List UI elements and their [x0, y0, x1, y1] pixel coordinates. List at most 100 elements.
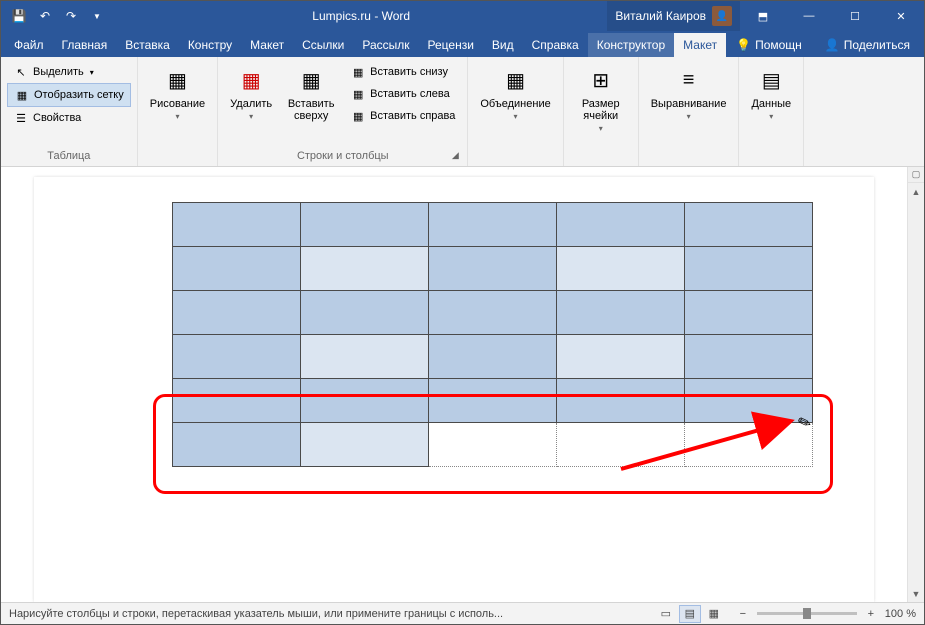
data-icon: ▤ [755, 64, 787, 96]
share-icon: 👤 [825, 38, 840, 52]
ruler-toggle[interactable]: ▢ [908, 167, 924, 183]
data-button[interactable]: ▤ Данные ▾ [745, 61, 797, 124]
vertical-scrollbar[interactable]: ▢ ▲ ▼ [907, 167, 924, 602]
group-label-align [645, 160, 733, 164]
read-mode-button[interactable]: ▭ [655, 605, 677, 623]
ribbon: ↖Выделить▾ ▦Отобразить сетку ☰Свойства Т… [1, 57, 924, 167]
insert-below-button[interactable]: ▦Вставить снизу [344, 61, 461, 83]
insert-left-button[interactable]: ▦Вставить слева [344, 83, 461, 105]
group-label-merge [474, 160, 556, 164]
zoom-slider[interactable] [757, 612, 857, 615]
tab-layout[interactable]: Макет [241, 33, 293, 57]
alignment-icon: ≡ [673, 64, 705, 96]
tab-help[interactable]: Справка [523, 33, 588, 57]
insert-above-button[interactable]: ▦ Вставить сверху [280, 61, 342, 125]
group-label-rowscols: Строки и столбцы◢ [224, 148, 461, 164]
insert-right-icon: ▦ [350, 108, 366, 124]
insert-below-icon: ▦ [350, 64, 366, 80]
tab-home[interactable]: Главная [53, 33, 117, 57]
ribbon-tabs: Файл Главная Вставка Констру Макет Ссылк… [1, 31, 924, 57]
tab-table-layout[interactable]: Макет [674, 33, 726, 57]
dialog-launcher-icon[interactable]: ◢ [449, 150, 461, 162]
tab-design[interactable]: Констру [179, 33, 241, 57]
table-row[interactable] [173, 247, 813, 291]
group-draw: ▦ Рисование ▾ [138, 57, 218, 166]
page[interactable] [34, 177, 874, 602]
web-layout-button[interactable]: ▦ [703, 605, 725, 623]
table-row[interactable] [173, 335, 813, 379]
select-button[interactable]: ↖Выделить▾ [7, 61, 131, 83]
group-label-cellsize [570, 160, 632, 164]
user-account[interactable]: Виталий Каиров 👤 [607, 1, 740, 31]
tab-review[interactable]: Рецензи [419, 33, 483, 57]
group-data: ▤ Данные ▾ [739, 57, 804, 166]
group-align: ≡ Выравнивание ▾ [639, 57, 740, 166]
group-label-data [745, 160, 797, 164]
view-switcher: ▭ ▤ ▦ [655, 605, 725, 623]
insert-right-button[interactable]: ▦Вставить справа [344, 105, 461, 127]
merge-button[interactable]: ▦ Объединение ▾ [474, 61, 556, 124]
insert-left-icon: ▦ [350, 86, 366, 102]
status-bar: Нарисуйте столбцы и строки, перетаскивая… [1, 602, 924, 624]
cell-size-icon: ⊞ [585, 64, 617, 96]
minimize-button[interactable]: — [786, 1, 832, 31]
delete-icon: ▦ [235, 64, 267, 96]
zoom-out-button[interactable]: − [735, 608, 751, 620]
delete-button[interactable]: ▦ Удалить ▾ [224, 61, 278, 124]
group-rows-cols: ▦ Удалить ▾ ▦ Вставить сверху ▦Вставить … [218, 57, 468, 166]
grid-icon: ▦ [14, 87, 30, 103]
document-area: ▢ ▲ ▼ [1, 167, 924, 602]
merge-icon: ▦ [500, 64, 532, 96]
scroll-down-icon[interactable]: ▼ [908, 585, 924, 602]
undo-button[interactable]: ↶ [33, 4, 57, 28]
group-cellsize: ⊞ Размер ячейки ▾ [564, 57, 639, 166]
group-label-draw [144, 160, 211, 164]
tab-view[interactable]: Вид [483, 33, 523, 57]
table-row[interactable] [173, 203, 813, 247]
maximize-button[interactable]: ☐ [832, 1, 878, 31]
group-table: ↖Выделить▾ ▦Отобразить сетку ☰Свойства Т… [1, 57, 138, 166]
insert-above-icon: ▦ [295, 64, 327, 96]
view-gridlines-button[interactable]: ▦Отобразить сетку [7, 83, 131, 107]
zoom-in-button[interactable]: + [863, 608, 879, 620]
qat-customize-button[interactable]: ▼ [85, 4, 109, 28]
draw-table-icon: ▦ [161, 64, 193, 96]
quick-access-toolbar: 💾 ↶ ↷ ▼ [1, 4, 115, 28]
close-button[interactable]: ✕ [878, 1, 924, 31]
properties-button[interactable]: ☰Свойства [7, 107, 131, 129]
zoom-level[interactable]: 100 % [885, 608, 916, 620]
tab-references[interactable]: Ссылки [293, 33, 353, 57]
table-row[interactable] [173, 291, 813, 335]
document-table[interactable] [172, 202, 813, 467]
lightbulb-icon: 💡 [736, 38, 751, 52]
scroll-track[interactable] [908, 200, 924, 585]
scroll-up-icon[interactable]: ▲ [908, 183, 924, 200]
tell-me-button[interactable]: 💡Помощн [726, 33, 812, 57]
redo-button[interactable]: ↷ [59, 4, 83, 28]
share-button[interactable]: 👤Поделиться [815, 33, 920, 57]
cursor-icon: ↖ [13, 64, 29, 80]
print-layout-button[interactable]: ▤ [679, 605, 701, 623]
table-row[interactable] [173, 423, 813, 467]
title-bar: 💾 ↶ ↷ ▼ Lumpics.ru - Word Виталий Каиров… [1, 1, 924, 31]
group-label-table: Таблица [7, 148, 131, 164]
alignment-button[interactable]: ≡ Выравнивание ▾ [645, 61, 733, 124]
zoom-thumb[interactable] [803, 608, 811, 619]
cell-size-button[interactable]: ⊞ Размер ячейки ▾ [570, 61, 632, 136]
tab-file[interactable]: Файл [5, 33, 53, 57]
window-title: Lumpics.ru - Word [115, 9, 607, 23]
properties-icon: ☰ [13, 110, 29, 126]
tab-mailings[interactable]: Рассылк [353, 33, 418, 57]
zoom-control: − + 100 % [735, 608, 916, 620]
window-controls: ⬒ — ☐ ✕ [740, 1, 924, 31]
tab-insert[interactable]: Вставка [116, 33, 179, 57]
ribbon-options-button[interactable]: ⬒ [740, 1, 786, 31]
tab-table-design[interactable]: Конструктор [588, 33, 674, 57]
group-merge: ▦ Объединение ▾ [468, 57, 563, 166]
avatar: 👤 [712, 6, 732, 26]
user-name: Виталий Каиров [615, 9, 706, 23]
table-row[interactable] [173, 379, 813, 423]
autosave-icon[interactable]: 💾 [7, 4, 31, 28]
draw-table-button[interactable]: ▦ Рисование ▾ [144, 61, 211, 124]
status-message: Нарисуйте столбцы и строки, перетаскивая… [9, 608, 645, 620]
